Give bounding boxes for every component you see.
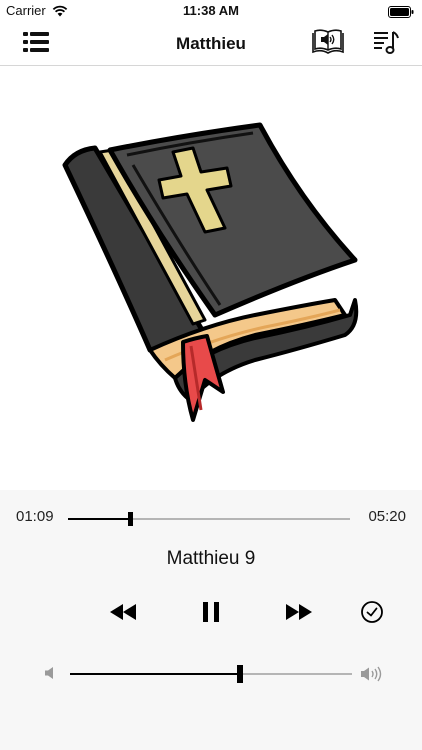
status-time: 11:38 AM xyxy=(183,3,239,18)
sleep-timer-button[interactable] xyxy=(352,598,392,630)
album-artwork xyxy=(55,110,365,430)
progress-slider[interactable] xyxy=(68,512,350,526)
playlist-button[interactable] xyxy=(368,28,404,60)
pause-icon xyxy=(202,601,220,627)
bible-book-icon xyxy=(62,122,359,422)
pause-button[interactable] xyxy=(191,598,231,630)
volume-thumb[interactable] xyxy=(237,665,244,683)
fast-forward-icon xyxy=(286,603,312,625)
volume-fill xyxy=(70,673,240,675)
audio-bible-button[interactable] xyxy=(310,28,346,60)
elapsed-time: 01:09 xyxy=(16,508,54,525)
rewind-icon xyxy=(110,603,136,625)
page-title: Matthieu xyxy=(176,34,246,53)
nav-bar: Matthieu xyxy=(0,22,422,66)
rewind-button[interactable] xyxy=(103,598,143,630)
battery-icon xyxy=(388,5,414,23)
player-panel: 01:09 05:20 Matthieu 9 xyxy=(0,490,422,750)
status-bar: Carrier 11:38 AM xyxy=(0,0,422,22)
volume-low-icon xyxy=(44,666,56,685)
volume-row xyxy=(0,662,422,686)
timer-icon xyxy=(360,600,384,629)
track-title: Matthieu 9 xyxy=(166,548,256,569)
fast-forward-button[interactable] xyxy=(279,598,319,630)
volume-slider[interactable] xyxy=(70,665,352,683)
audio-bible-icon xyxy=(311,28,345,61)
volume-high-icon xyxy=(360,666,382,687)
playlist-music-icon xyxy=(372,28,400,61)
total-duration: 05:20 xyxy=(368,508,406,525)
progress-thumb[interactable] xyxy=(128,512,134,526)
progress-fill xyxy=(68,518,131,520)
